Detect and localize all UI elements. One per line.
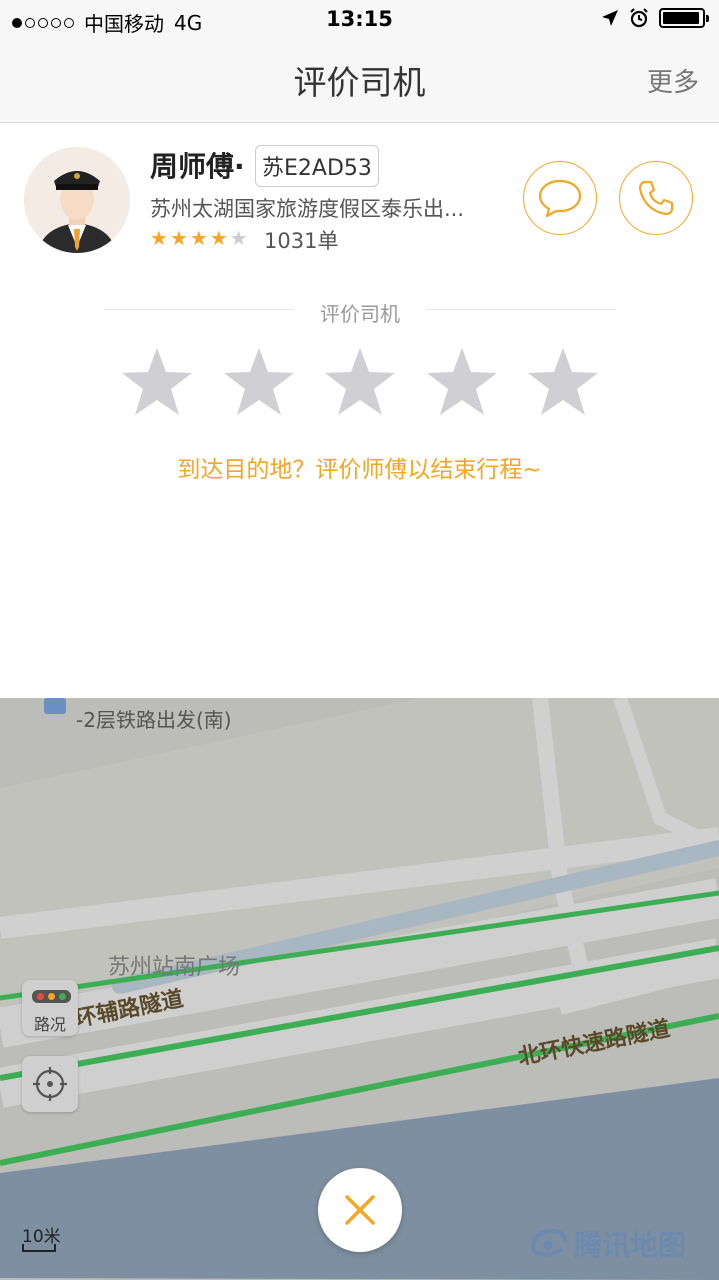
rate-star-5-icon[interactable] bbox=[526, 345, 600, 419]
message-button[interactable] bbox=[523, 161, 597, 235]
location-arrow-icon bbox=[602, 10, 618, 26]
traffic-light-icon bbox=[32, 990, 71, 1003]
nav-bar: 评价司机 更多 bbox=[0, 40, 719, 123]
close-icon bbox=[345, 1195, 375, 1225]
map-scale-bar bbox=[22, 1244, 56, 1252]
rate-star-4-icon[interactable] bbox=[425, 345, 499, 419]
rating-star-icon: ★ bbox=[150, 226, 168, 250]
driver-company: 苏州太湖国家旅游度假区泰乐出... bbox=[150, 197, 465, 221]
status-bar: 中国移动 4G 13:15 bbox=[0, 0, 719, 40]
order-count: 1031单 bbox=[264, 229, 339, 253]
phone-icon bbox=[638, 180, 674, 216]
driver-card: 周师傅· 苏E2AD53 苏州太湖国家旅游度假区泰乐出... ★ ★ ★ ★ ★ 103… bbox=[0, 123, 719, 698]
alarm-icon bbox=[630, 8, 648, 28]
traffic-label: 路况 bbox=[33, 1015, 66, 1034]
driver-rating: ★ ★ ★ ★ ★ bbox=[150, 227, 248, 249]
tencent-map-logo-icon bbox=[531, 1228, 568, 1257]
rating-star-icon: ★ bbox=[209, 226, 228, 250]
rating-star-row bbox=[120, 345, 600, 419]
call-button[interactable] bbox=[619, 161, 693, 235]
license-plate: 苏E2AD53 bbox=[255, 145, 379, 187]
close-button[interactable] bbox=[318, 1168, 402, 1252]
locate-button[interactable] bbox=[22, 1056, 78, 1112]
rate-hint: 到达目的地？评价师傅以结束行程~ bbox=[177, 457, 542, 483]
map-logo-text: 腾讯地图 bbox=[574, 1229, 687, 1262]
rating-star-icon: ★ bbox=[229, 226, 248, 250]
page-title: 评价司机 bbox=[293, 63, 426, 102]
rate-divider-label: 评价司机 bbox=[320, 302, 400, 326]
traffic-button[interactable]: 路况 bbox=[22, 980, 78, 1036]
driver-name: 周师傅· bbox=[150, 150, 245, 183]
place-label: 苏州站南广场 bbox=[108, 955, 241, 980]
rating-star-icon: ★ bbox=[169, 226, 188, 250]
poi-label: -2层铁路出发(南) bbox=[76, 708, 232, 732]
rate-star-3-icon[interactable] bbox=[323, 345, 397, 419]
rate-divider: 评价司机 bbox=[104, 298, 616, 326]
message-icon bbox=[538, 179, 582, 218]
map-logo: 腾讯地图 bbox=[528, 1224, 686, 1264]
locate-icon bbox=[33, 1067, 67, 1101]
map-view[interactable]: -2层铁路出发(南) 苏州站南广场 北环辅路隧道 北环快速路隧道 路况 10米 … bbox=[0, 698, 719, 1280]
status-right bbox=[601, 8, 709, 28]
rate-star-2-icon[interactable] bbox=[222, 345, 296, 419]
more-button[interactable]: 更多 bbox=[647, 62, 699, 99]
rating-star-icon: ★ bbox=[189, 226, 208, 250]
rate-star-1-icon[interactable] bbox=[120, 345, 194, 419]
battery-icon bbox=[659, 8, 709, 28]
driver-avatar bbox=[24, 147, 130, 253]
